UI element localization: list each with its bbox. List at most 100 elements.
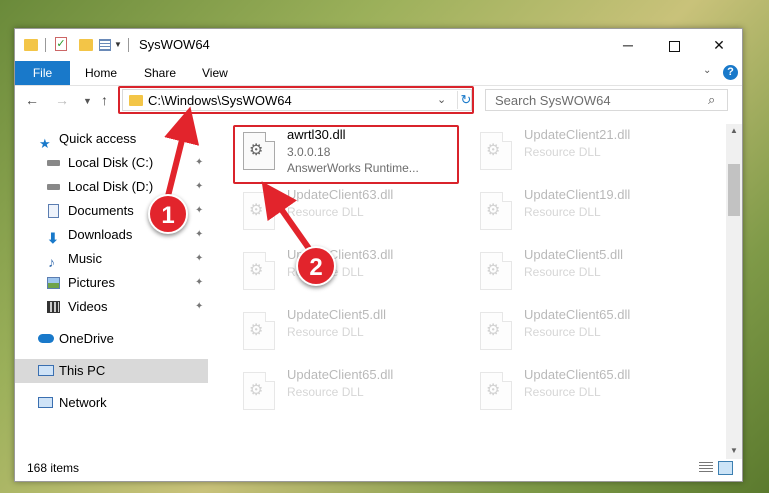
- pin-icon[interactable]: ✦: [195, 295, 203, 319]
- file-type: Resource DLL: [524, 265, 601, 279]
- file-type: Resource DLL: [524, 145, 601, 159]
- music-icon: ♪: [48, 254, 55, 270]
- pin-icon[interactable]: ✦: [195, 247, 203, 271]
- large-icons-view-icon[interactable]: [718, 461, 733, 475]
- file-name: UpdateClient5.dll: [524, 247, 624, 262]
- file-item[interactable]: ⚙ UpdateClient65.dll Resource DLL: [472, 306, 692, 356]
- file-type: Resource DLL: [524, 385, 601, 399]
- documents-icon: [48, 204, 59, 218]
- tab-home[interactable]: Home: [85, 61, 117, 85]
- tab-view[interactable]: View: [202, 61, 228, 85]
- file-item[interactable]: ⚙ UpdateClient5.dll Resource DLL: [472, 246, 692, 296]
- sidebar-item-label: This PC: [59, 363, 106, 378]
- gear-icon: ⚙: [486, 322, 501, 339]
- sidebar-item-videos[interactable]: Videos ✦: [15, 295, 208, 319]
- star-icon: ★: [39, 136, 51, 151]
- sidebar-item-label: Videos: [68, 299, 108, 314]
- folder-icon: [129, 95, 143, 106]
- scroll-thumb[interactable]: [728, 164, 740, 216]
- address-path[interactable]: C:\Windows\SysWOW64: [148, 93, 292, 108]
- dll-file-icon: ⚙: [243, 312, 275, 350]
- quick-access-toolbar-icon[interactable]: [99, 39, 111, 51]
- forward-button[interactable]: →: [55, 92, 69, 108]
- dll-file-icon: ⚙: [480, 372, 512, 410]
- gear-icon: ⚙: [486, 202, 501, 219]
- search-input[interactable]: Search SysWOW64 ⌕: [485, 89, 728, 111]
- file-item[interactable]: ⚙ UpdateClient65.dll Resource DLL: [235, 366, 455, 416]
- file-type: Resource DLL: [524, 205, 601, 219]
- pin-icon[interactable]: ✦: [195, 199, 203, 223]
- close-button[interactable]: ✕: [696, 29, 742, 61]
- sidebar-item-label: Music: [68, 251, 102, 266]
- maximize-button[interactable]: [651, 29, 697, 61]
- pin-icon[interactable]: ✦: [195, 151, 203, 175]
- search-icon[interactable]: ⌕: [708, 92, 715, 108]
- gear-icon: ⚙: [249, 262, 264, 279]
- status-bar: 168 items: [15, 459, 742, 481]
- scroll-up-arrow-icon[interactable]: ▲: [730, 126, 738, 135]
- help-icon[interactable]: ?: [723, 65, 738, 80]
- drive-icon: [47, 160, 60, 166]
- address-history-chevron-icon[interactable]: ⌄: [437, 93, 446, 106]
- ribbon-tabs: File Home Share View ⌄ ?: [15, 61, 742, 86]
- sidebar-item-network[interactable]: Network: [15, 391, 208, 415]
- sidebar-item-this-pc[interactable]: This PC: [15, 359, 208, 383]
- new-folder-icon[interactable]: [79, 39, 93, 51]
- drive-icon: [47, 184, 60, 190]
- sidebar-item-local-disk-c[interactable]: Local Disk (C:) ✦: [15, 151, 208, 175]
- file-type: Resource DLL: [287, 325, 364, 339]
- step-2-badge: 2: [296, 246, 336, 286]
- navigation-pane: ★ Quick access Local Disk (C:) ✦ Local D…: [15, 124, 211, 459]
- sidebar-item-local-disk-d[interactable]: Local Disk (D:) ✦: [15, 175, 208, 199]
- file-name: UpdateClient21.dll: [524, 127, 631, 142]
- pin-icon[interactable]: ✦: [195, 223, 203, 247]
- properties-check-icon[interactable]: ✓: [55, 37, 67, 51]
- dll-file-icon: ⚙: [243, 372, 275, 410]
- tab-share[interactable]: Share: [144, 61, 176, 85]
- file-item-awrtl30[interactable]: ⚙ awrtl30.dll 3.0.0.18 AnswerWorks Runti…: [235, 126, 455, 176]
- up-button[interactable]: ↑: [101, 92, 108, 108]
- expand-ribbon-chevron-icon[interactable]: ⌄: [703, 65, 711, 76]
- details-view-icon[interactable]: [699, 462, 713, 474]
- pin-icon[interactable]: ✦: [195, 271, 203, 295]
- sidebar-item-label: Pictures: [68, 275, 115, 290]
- address-bar[interactable]: C:\Windows\SysWOW64 ⌄ ↻: [122, 89, 472, 111]
- file-item[interactable]: ⚙ UpdateClient5.dll Resource DLL: [235, 306, 455, 356]
- file-name: UpdateClient5.dll: [287, 307, 387, 322]
- file-name: awrtl30.dll: [287, 127, 346, 142]
- file-item[interactable]: ⚙ UpdateClient65.dll Resource DLL: [472, 366, 692, 416]
- minimize-button[interactable]: ─: [605, 29, 651, 61]
- file-item[interactable]: ⚙ UpdateClient63.dll Resource DLL: [235, 186, 455, 236]
- back-button[interactable]: ←: [25, 92, 39, 108]
- sidebar-item-label: Local Disk (C:): [68, 155, 154, 170]
- recent-locations-chevron-icon[interactable]: ▼: [83, 96, 92, 106]
- computer-icon: [38, 365, 54, 376]
- dll-file-icon: ⚙: [243, 132, 275, 170]
- sidebar-item-music[interactable]: ♪ Music ✦: [15, 247, 208, 271]
- sidebar-item-label: Network: [59, 395, 107, 410]
- file-name: UpdateClient65.dll: [287, 367, 394, 382]
- file-type: Resource DLL: [287, 205, 364, 219]
- pin-icon[interactable]: ✦: [195, 175, 203, 199]
- tab-file[interactable]: File: [15, 61, 70, 85]
- dll-file-icon: ⚙: [243, 252, 275, 290]
- customize-toolbar-chevron-icon[interactable]: ▼: [114, 40, 122, 56]
- pictures-icon: [47, 277, 60, 289]
- file-item[interactable]: ⚙ UpdateClient19.dll Resource DLL: [472, 186, 692, 236]
- step-1-badge: 1: [148, 194, 188, 234]
- file-item[interactable]: ⚙ UpdateClient63.dll Resource DLL: [235, 246, 455, 296]
- refresh-button[interactable]: ↻: [457, 91, 474, 109]
- sidebar-item-onedrive[interactable]: OneDrive: [15, 327, 208, 351]
- sidebar-item-label: Documents: [68, 203, 134, 218]
- file-name: UpdateClient65.dll: [524, 307, 631, 322]
- network-icon: [38, 397, 53, 408]
- sidebar-item-quick-access[interactable]: ★ Quick access: [15, 127, 208, 151]
- scroll-down-arrow-icon[interactable]: ▼: [730, 446, 738, 455]
- vertical-scrollbar[interactable]: ▲ ▼: [726, 124, 742, 459]
- search-placeholder: Search SysWOW64: [495, 93, 611, 108]
- navigation-bar: ← → ▼ ↑ C:\Windows\SysWOW64 ⌄ ↻ Search S…: [15, 86, 742, 116]
- sidebar-item-label: OneDrive: [59, 331, 114, 346]
- gear-icon: ⚙: [249, 322, 264, 339]
- sidebar-item-pictures[interactable]: Pictures ✦: [15, 271, 208, 295]
- file-item[interactable]: ⚙ UpdateClient21.dll Resource DLL: [472, 126, 692, 176]
